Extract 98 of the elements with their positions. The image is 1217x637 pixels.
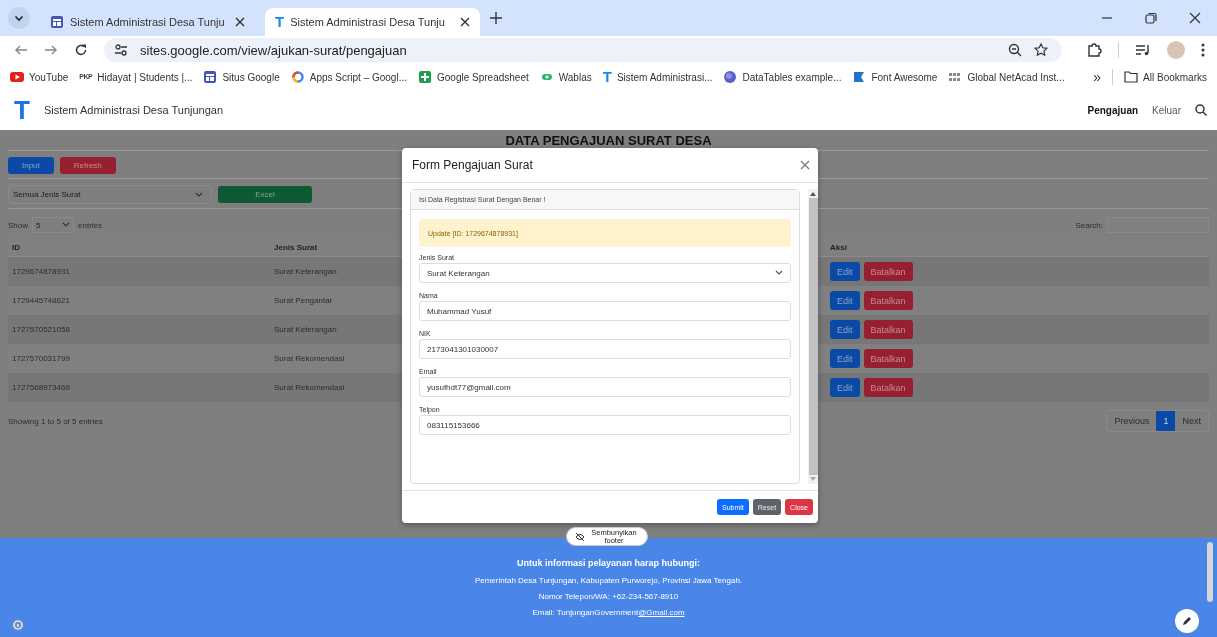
bookmark[interactable]: Apps Script – Googl...: [290, 70, 407, 84]
chevron-down-icon: [62, 222, 70, 228]
info-icon: [13, 620, 23, 630]
row-action-button[interactable]: Batalkan: [863, 378, 913, 397]
bookmark[interactable]: Situs Google: [203, 70, 280, 84]
show-label: Show: [8, 220, 28, 230]
edit-button[interactable]: [1175, 609, 1199, 633]
chevron-down-icon[interactable]: [8, 7, 30, 29]
page-scrollbar[interactable]: [1207, 542, 1213, 602]
chevron-down-icon: [775, 270, 783, 276]
zoom-out-icon[interactable]: [1008, 43, 1022, 57]
row-action-button[interactable]: Batalkan: [863, 349, 913, 368]
info-button[interactable]: [12, 619, 24, 631]
ring-icon: [290, 70, 305, 84]
url-text: sites.google.com/view/ajukan-surat/pengajuan: [140, 42, 407, 58]
table-info: Showing 1 to 5 of 5 entries: [8, 416, 103, 426]
excel-button[interactable]: Excel: [218, 186, 312, 203]
site-title[interactable]: Sistem Administrasi Desa Tunjungan: [43, 104, 224, 116]
nav-link[interactable]: Pengajuan: [1087, 104, 1139, 116]
bookmark[interactable]: DataTables example...: [723, 70, 842, 84]
reload-icon[interactable]: [74, 43, 88, 57]
page-button[interactable]: 1: [1156, 411, 1176, 431]
globe-icon: [723, 70, 738, 84]
bookmark[interactable]: T Sistem Administrasi...: [602, 70, 713, 84]
pencil-icon: [1181, 615, 1193, 627]
filter-select[interactable]: Semua Jenis Surat: [8, 185, 212, 204]
more-bookmarks-button[interactable]: »: [1093, 69, 1102, 85]
back-arrow-icon[interactable]: [14, 43, 28, 57]
email-link[interactable]: @Gmail.com: [638, 608, 685, 617]
action-button[interactable]: Input: [8, 157, 54, 174]
playlist-icon[interactable]: [1135, 42, 1151, 58]
plus-icon[interactable]: [490, 12, 502, 24]
entries-label: entries: [78, 220, 103, 230]
puzzle-icon[interactable]: [1086, 42, 1102, 58]
nav-link[interactable]: Keluar: [1152, 104, 1181, 116]
scroll-down-icon: [810, 477, 816, 481]
forward-arrow-icon[interactable]: [44, 43, 58, 57]
row-action-button[interactable]: Edit: [830, 349, 860, 368]
address-bar[interactable]: sites.google.com/view/ajukan-surat/pengajuan: [104, 38, 1062, 62]
more-icon[interactable]: [1201, 43, 1205, 57]
tune-icon: [114, 43, 128, 57]
footer-heading: Untuk informasi pelayanan harap hubungi:: [517, 558, 700, 568]
row-action-button[interactable]: Edit: [830, 320, 860, 339]
scroll-up-icon: [810, 192, 816, 196]
tab-title: Sistem Administrasi Desa Tunju: [70, 16, 226, 28]
select-field[interactable]: Surat Keterangan: [419, 263, 791, 283]
row-action-button[interactable]: Batalkan: [863, 262, 913, 281]
input-field[interactable]: yusufhdt77@gmail.com: [419, 377, 791, 397]
all-bookmarks-button[interactable]: All Bookmarks: [1124, 71, 1207, 83]
grid-icon: [948, 70, 963, 84]
flag-icon: [852, 70, 867, 84]
table-cell: 1727570031799: [8, 344, 270, 373]
bookmark[interactable]: YouTube: [10, 70, 69, 84]
row-action-button[interactable]: Edit: [830, 291, 860, 310]
site-logo[interactable]: T: [14, 94, 30, 126]
table-cell: 1729445748621: [8, 286, 270, 315]
bookmark[interactable]: Global NetAcad Inst...: [948, 70, 1065, 84]
plus-icon: [418, 70, 432, 84]
close-icon[interactable]: [460, 17, 470, 27]
footer-text: Pemerintah Desa Tunjungan, Kabupaten Purworejo, Provinsi Jawa Tengah.: [474, 576, 743, 585]
chevron-down-icon: [195, 191, 203, 198]
search-icon[interactable]: [1195, 104, 1207, 116]
page-button[interactable]: Next: [1175, 411, 1208, 431]
search-label: Search:: [1075, 220, 1103, 230]
bookmark[interactable]: Google Spreadsheet: [418, 70, 529, 84]
layout-icon: [203, 70, 218, 84]
row-action-button[interactable]: Batalkan: [863, 320, 913, 339]
table-cell: 1727570521058: [8, 315, 270, 344]
modal-title: Form Pengajuan Surat: [412, 158, 533, 172]
bookmark[interactable]: Font Awesome: [852, 70, 938, 84]
restore-icon[interactable]: [1145, 12, 1157, 24]
play-icon: [10, 70, 24, 84]
page-button[interactable]: Previous: [1107, 411, 1157, 431]
close-icon[interactable]: [235, 17, 245, 27]
table-cell: 1727568973469: [8, 373, 270, 402]
folder-icon: [1124, 71, 1139, 83]
input-field[interactable]: 083115153666: [419, 415, 791, 435]
entries-select[interactable]: 5: [32, 217, 74, 233]
footer-email: Email: TunjunganGovernment: [532, 608, 639, 617]
logo-icon: T: [275, 15, 285, 29]
footer-text: Nomor Telepon/WA: +62-234-567-8910: [538, 592, 679, 601]
action-button[interactable]: Refresh: [59, 157, 116, 174]
logo-icon: T: [602, 70, 612, 84]
input-field[interactable]: Muhammad Yusuf: [419, 301, 791, 321]
layout-icon: [50, 15, 64, 29]
table-cell: 1729674878931: [8, 256, 270, 286]
eye-slash-icon: [575, 532, 585, 541]
row-action-button[interactable]: Batalkan: [863, 291, 913, 310]
browser-tab[interactable]: Sistem Administrasi Desa Tunju: [40, 8, 255, 36]
browser-tab[interactable]: T Sistem Administrasi Desa Tunju: [265, 8, 480, 36]
tab-title: Sistem Administrasi Desa Tunju: [290, 16, 446, 28]
row-action-button[interactable]: Edit: [830, 378, 860, 397]
page-title: DATA PENGAJUAN SURAT DESA: [504, 132, 713, 148]
input-field[interactable]: 2173041301030007: [419, 339, 791, 359]
star-icon[interactable]: [1034, 43, 1048, 57]
row-action-button[interactable]: Edit: [830, 262, 860, 281]
close-icon[interactable]: [1189, 12, 1201, 24]
bookmark[interactable]: Wablas: [539, 70, 592, 84]
